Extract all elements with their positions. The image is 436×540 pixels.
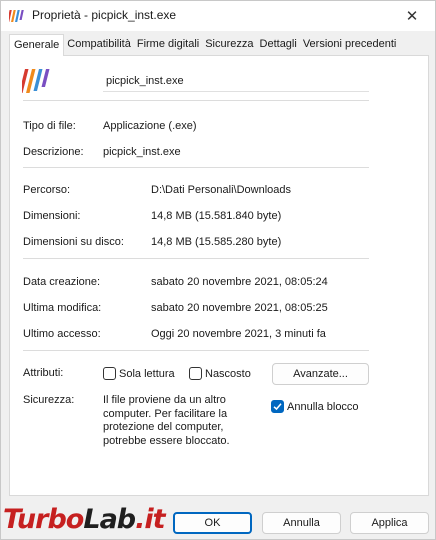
close-button[interactable]: ✕ (389, 1, 435, 31)
unblock-checkbox[interactable]: Annulla blocco (271, 400, 359, 413)
properties-dialog: Proprietà - picpick_inst.exe ✕ Generale … (0, 0, 436, 540)
modified-value: sabato 20 novembre 2021, 08:05:25 (151, 302, 328, 314)
file-type-value: Applicazione (.exe) (103, 120, 197, 132)
tab-dettagli[interactable]: Dettagli (257, 34, 300, 56)
unblock-checkbox-label: Annulla blocco (287, 400, 359, 413)
title-bar[interactable]: Proprietà - picpick_inst.exe ✕ (1, 1, 435, 31)
tab-bar: Generale Compatibilità Firme digitali Si… (9, 34, 429, 57)
accessed-label: Ultimo accesso: (23, 328, 101, 340)
readonly-checkbox-box[interactable] (103, 367, 116, 380)
tab-sicurezza[interactable]: Sicurezza (202, 34, 256, 56)
attributes-label: Attributi: (23, 367, 64, 379)
picpick-file-icon (22, 69, 50, 93)
picpick-app-icon (9, 10, 24, 22)
description-label: Descrizione: (23, 146, 84, 158)
tab-compatibilita[interactable]: Compatibilità (64, 34, 134, 56)
unblock-checkbox-box[interactable] (271, 400, 284, 413)
size-on-disk-value: 14,8 MB (15.585.280 byte) (151, 236, 282, 248)
security-message: Il file proviene da un altro computer. P… (103, 394, 230, 447)
description-value: picpick_inst.exe (103, 146, 181, 158)
apply-button[interactable]: Applica (350, 512, 429, 534)
size-value: 14,8 MB (15.581.840 byte) (151, 210, 282, 222)
checkmark-icon (273, 403, 282, 411)
divider (23, 350, 369, 351)
general-tab-panel: Tipo di file: Applicazione (.exe) Descri… (9, 56, 429, 496)
tab-generale[interactable]: Generale (9, 34, 65, 57)
hidden-checkbox-box[interactable] (189, 367, 202, 380)
readonly-checkbox[interactable]: Sola lettura (103, 367, 175, 380)
tab-versioni-precedenti[interactable]: Versioni precedenti (300, 34, 400, 56)
tab-firme-digitali[interactable]: Firme digitali (134, 34, 202, 56)
readonly-checkbox-label: Sola lettura (119, 367, 175, 380)
created-value: sabato 20 novembre 2021, 08:05:24 (151, 276, 328, 288)
accessed-value: Oggi 20 novembre 2021, 3 minuti fa (151, 328, 326, 340)
hidden-checkbox-label: Nascosto (205, 367, 251, 380)
location-value: D:\Dati Personali\Downloads (151, 184, 292, 196)
modified-label: Ultima modifica: (23, 302, 102, 314)
ok-button[interactable]: OK (173, 512, 252, 534)
security-label: Sicurezza: (23, 394, 75, 406)
divider (23, 167, 369, 168)
location-label: Percorso: (23, 184, 71, 196)
cancel-button[interactable]: Annulla (262, 512, 341, 534)
file-name-input[interactable] (103, 70, 369, 92)
divider (23, 258, 369, 259)
advanced-button[interactable]: Avanzate... (272, 363, 369, 385)
created-label: Data creazione: (23, 276, 101, 288)
file-type-label: Tipo di file: (23, 120, 76, 132)
size-label: Dimensioni: (23, 210, 81, 222)
divider (23, 100, 369, 101)
hidden-checkbox[interactable]: Nascosto (189, 367, 251, 380)
window-title: Proprietà - picpick_inst.exe (32, 8, 177, 22)
close-icon: ✕ (405, 8, 419, 25)
turbolab-watermark: TurboLab.it (3, 504, 166, 535)
size-on-disk-label: Dimensioni su disco: (23, 236, 124, 248)
